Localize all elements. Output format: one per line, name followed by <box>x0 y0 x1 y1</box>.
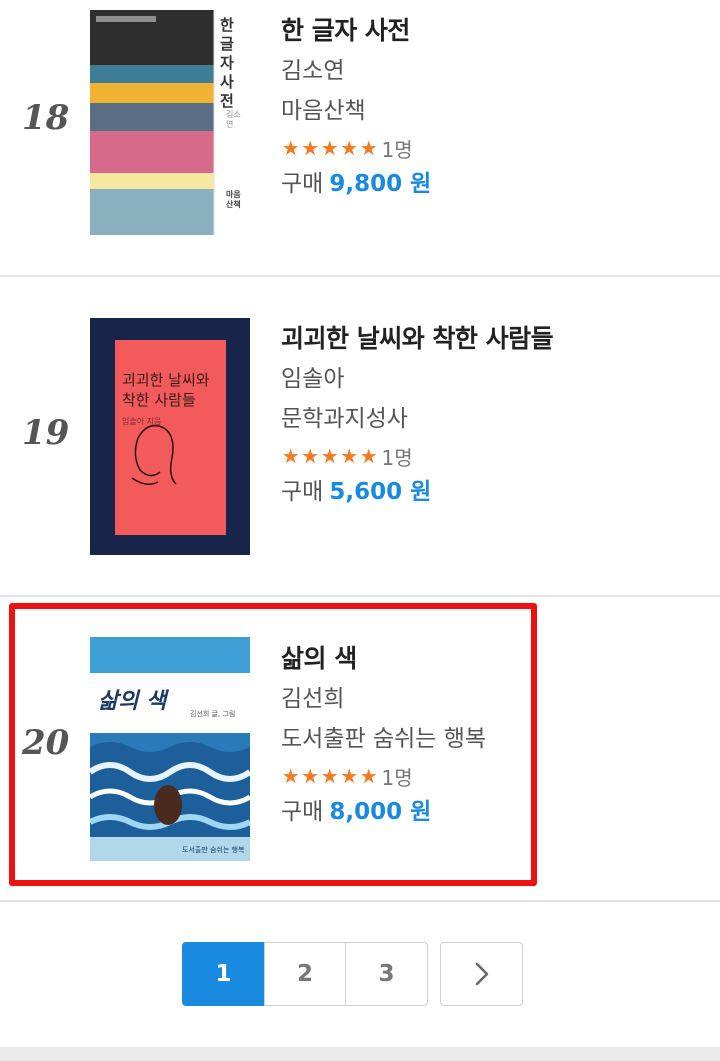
page-button-2[interactable]: 2 <box>263 942 347 1006</box>
star-icon: ★ <box>320 444 339 468</box>
star-icon: ★ <box>340 444 359 468</box>
star-icon: ★ <box>320 136 339 160</box>
star-icon: ★ <box>359 444 378 468</box>
rating-count: 1명 <box>381 137 413 162</box>
star-icon: ★ <box>281 444 300 468</box>
star-icons: ★ ★ ★ ★ ★ <box>281 444 379 468</box>
book-author[interactable]: 임솔아 <box>281 362 701 396</box>
book-publisher[interactable]: 마음산책 <box>281 94 701 128</box>
book-author[interactable]: 김소연 <box>281 54 701 88</box>
star-icon: ★ <box>340 136 359 160</box>
cover-author: 임솔아 지음 <box>122 417 162 426</box>
chevron-right-icon <box>475 962 488 986</box>
book-list-item[interactable]: 18 한 글자 사전 김소연 마음산책 한 글자 사전 김소연 마음산책 ★ ★ ★… <box>0 0 720 276</box>
star-rating: ★ ★ ★ ★ ★ 1명 <box>281 442 701 470</box>
cover-title-line1: 괴괴한 날씨와 <box>122 371 210 389</box>
book-title[interactable]: 한 글자 사전 <box>281 14 701 48</box>
rank-number: 18 <box>22 98 70 138</box>
cover-title-line2: 착한 사람들 <box>122 391 196 409</box>
page-button-3[interactable]: 3 <box>345 942 428 1006</box>
book-info: 괴괴한 날씨와 착한 사람들 임솔아 문학과지성사 ★ ★ ★ ★ ★ 1명 구매 5,6… <box>281 322 701 508</box>
book-cover[interactable]: 괴괴한 날씨와 착한 사람들 임솔아 지음 <box>90 318 250 555</box>
book-title[interactable]: 괴괴한 날씨와 착한 사람들 <box>281 322 701 356</box>
book-list-item[interactable]: 19 괴괴한 날씨와 착한 사람들 임솔아 지음 괴괴한 날씨와 착한 사람들 … <box>0 277 720 596</box>
rank-number: 19 <box>22 413 70 453</box>
highlight-box <box>9 603 537 886</box>
pagination: 1 2 3 <box>182 942 523 1006</box>
star-icon: ★ <box>359 136 378 160</box>
book-info: 한 글자 사전 김소연 마음산책 ★ ★ ★ ★ ★ 1명 구매 9,800 원 <box>281 14 701 200</box>
book-publisher[interactable]: 문학과지성사 <box>281 402 701 436</box>
book-cover[interactable]: 한 글자 사전 김소연 마음산책 <box>90 10 250 235</box>
divider <box>0 900 720 902</box>
book-price: 구매 9,800 원 <box>281 168 701 200</box>
footer-band <box>0 1047 720 1061</box>
rating-count: 1명 <box>381 445 413 470</box>
cover-author: 김소연 <box>226 110 241 129</box>
next-page-button[interactable] <box>440 942 523 1006</box>
star-icon: ★ <box>301 136 320 160</box>
price-label: 구매 <box>281 171 324 197</box>
price-label: 구매 <box>281 479 324 505</box>
book-price: 구매 5,600 원 <box>281 476 701 508</box>
cover-title-vertical: 한 글자 사전 <box>220 16 234 110</box>
star-icons: ★ ★ ★ ★ ★ <box>281 136 379 160</box>
star-icon: ★ <box>301 444 320 468</box>
page-button-1[interactable]: 1 <box>182 942 265 1006</box>
price-value: 9,800 원 <box>329 171 432 197</box>
star-icon: ★ <box>281 136 300 160</box>
cover-publisher: 마음산책 <box>226 190 241 209</box>
price-value: 5,600 원 <box>329 479 432 505</box>
star-rating: ★ ★ ★ ★ ★ 1명 <box>281 134 701 162</box>
